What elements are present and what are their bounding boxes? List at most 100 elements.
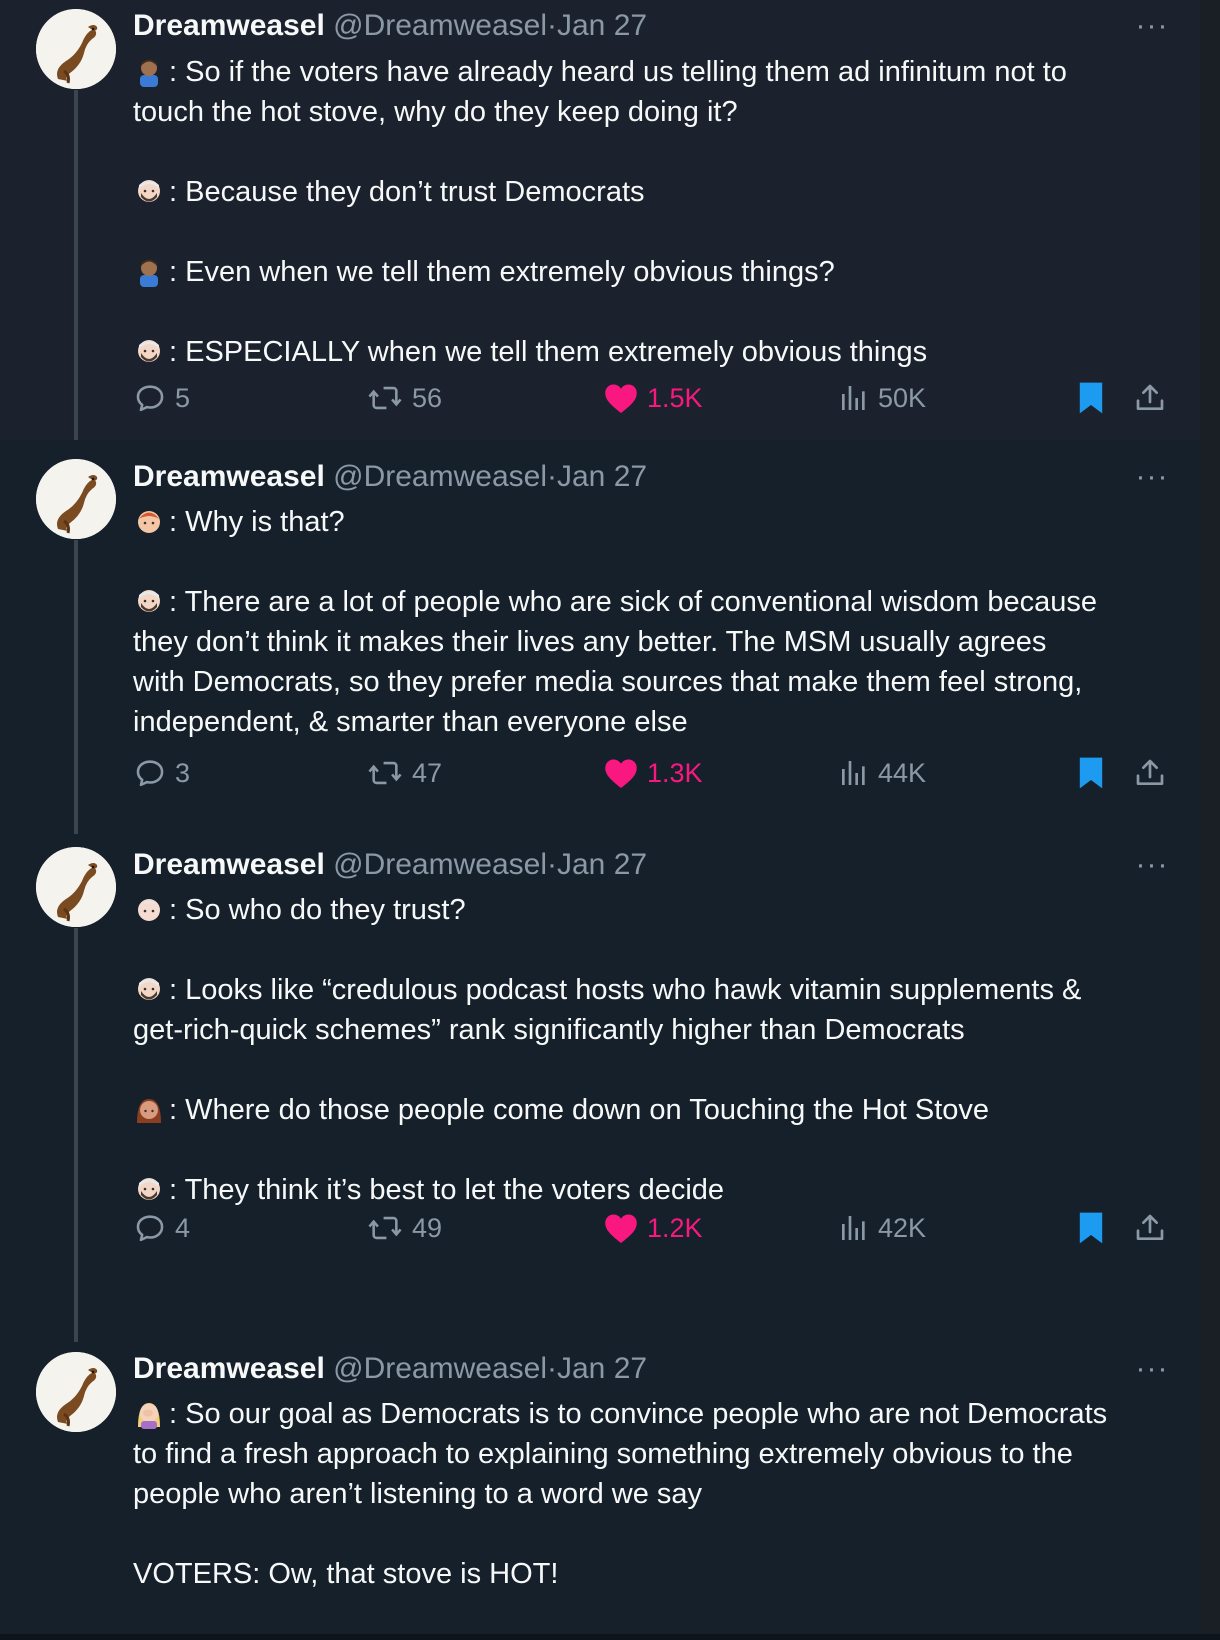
repost-icon bbox=[366, 1211, 404, 1245]
tweet-text: : So if the voters have already heard us… bbox=[133, 52, 1173, 372]
bearded-person-icon bbox=[133, 585, 165, 617]
bookmark-icon bbox=[1077, 381, 1105, 415]
text-line: touch the hot stove, why do they keep do… bbox=[133, 92, 1173, 132]
line-text: : Looks like “credulous podcast hosts wh… bbox=[169, 974, 1082, 1006]
line-text: with Democrats, so they prefer media sou… bbox=[133, 666, 1083, 698]
author-name[interactable]: Dreamweasel bbox=[133, 1352, 325, 1385]
reposts-count: 49 bbox=[412, 1212, 443, 1243]
share-button[interactable] bbox=[1134, 378, 1166, 418]
thread-connector-line bbox=[74, 90, 78, 440]
reply-button[interactable]: 4 bbox=[133, 1208, 190, 1248]
text-line: : They think it’s best to let the voters… bbox=[133, 1170, 1173, 1210]
tweet-header: Dreamweasel @Dreamweasel·Jan 27 bbox=[133, 1351, 647, 1387]
bookmark-icon bbox=[1077, 1211, 1105, 1245]
text-line: : Because they don’t trust Democrats bbox=[133, 172, 1173, 212]
tweet-date[interactable]: Jan 27 bbox=[557, 9, 647, 42]
separator-dot: · bbox=[547, 848, 557, 881]
text-line: people who aren’t listening to a word we… bbox=[133, 1474, 1173, 1514]
repost-icon bbox=[366, 381, 404, 415]
bookmark-button[interactable] bbox=[1077, 378, 1105, 418]
bar-chart-icon bbox=[838, 381, 870, 415]
author-handle[interactable]: @Dreamweasel bbox=[333, 9, 547, 42]
share-button[interactable] bbox=[1134, 753, 1166, 793]
action-bar: 4 49 1.2K 42K bbox=[133, 1208, 1173, 1248]
views-count: 42K bbox=[878, 1212, 927, 1243]
text-line: : So if the voters have already heard us… bbox=[133, 52, 1173, 92]
avatar[interactable] bbox=[36, 459, 116, 539]
repost-button[interactable]: 56 bbox=[366, 378, 442, 418]
like-button[interactable]: 1.5K bbox=[603, 378, 703, 418]
author-name[interactable]: Dreamweasel bbox=[133, 460, 325, 493]
text-line: get-rich-quick schemes” rank significant… bbox=[133, 1010, 1173, 1050]
woman-auburn-hair-icon bbox=[133, 1093, 165, 1125]
tweet-header: Dreamweasel @Dreamweasel·Jan 27 bbox=[133, 847, 647, 883]
tweet[interactable]: Dreamweasel @Dreamweasel·Jan 27 ··· : So w… bbox=[0, 834, 1200, 1344]
avatar[interactable] bbox=[36, 9, 116, 89]
author-handle[interactable]: @Dreamweasel bbox=[333, 848, 547, 881]
line-text: : Why is that? bbox=[169, 506, 345, 538]
tweet-date[interactable]: Jan 27 bbox=[557, 848, 647, 881]
reply-button[interactable]: 5 bbox=[133, 378, 190, 418]
tweet[interactable]: Dreamweasel @Dreamweasel·Jan 27 ··· : So o… bbox=[0, 1344, 1200, 1634]
bearded-person-icon bbox=[133, 175, 165, 207]
line-text: independent, & smarter than everyone els… bbox=[133, 706, 688, 738]
avatar[interactable] bbox=[36, 847, 116, 927]
line-text: : So if the voters have already heard us… bbox=[169, 56, 1067, 88]
man-medium-skin-icon bbox=[133, 255, 165, 287]
line-text: they don’t think it makes their lives an… bbox=[133, 626, 1047, 658]
line-text: to find a fresh approach to explaining s… bbox=[133, 1438, 1073, 1470]
tweet-header: Dreamweasel @Dreamweasel·Jan 27 bbox=[133, 8, 647, 44]
heart-icon bbox=[603, 381, 639, 415]
repost-button[interactable]: 47 bbox=[366, 753, 442, 793]
author-name[interactable]: Dreamweasel bbox=[133, 9, 325, 42]
tweet[interactable]: Dreamweasel @Dreamweasel·Jan 27 ···: Why … bbox=[0, 440, 1200, 834]
woman-facepalming-icon bbox=[133, 1397, 165, 1429]
reposts-count: 47 bbox=[412, 757, 443, 788]
views-button[interactable]: 44K bbox=[838, 753, 926, 793]
separator-dot: · bbox=[547, 1352, 557, 1385]
bar-chart-icon bbox=[838, 1211, 870, 1245]
author-name[interactable]: Dreamweasel bbox=[133, 848, 325, 881]
tweet[interactable]: Dreamweasel @Dreamweasel·Jan 27 ··· : So i… bbox=[0, 0, 1200, 440]
line-text: : They think it’s best to let the voters… bbox=[169, 1174, 725, 1206]
replies-count: 3 bbox=[175, 757, 191, 788]
line-text: touch the hot stove, why do they keep do… bbox=[133, 96, 738, 128]
likes-count: 1.5K bbox=[647, 382, 703, 413]
bookmark-button[interactable] bbox=[1077, 1208, 1105, 1248]
scrollbar-track[interactable] bbox=[1200, 0, 1220, 1640]
bookmark-button[interactable] bbox=[1077, 753, 1105, 793]
text-line: : ESPECIALLY when we tell them extremely… bbox=[133, 332, 1173, 372]
like-button[interactable]: 1.2K bbox=[603, 1208, 703, 1248]
tweet-date[interactable]: Jan 27 bbox=[557, 1352, 647, 1385]
bearded-person-icon bbox=[133, 1173, 165, 1205]
text-line: to find a fresh approach to explaining s… bbox=[133, 1434, 1173, 1474]
author-handle[interactable]: @Dreamweasel bbox=[333, 460, 547, 493]
repost-button[interactable]: 49 bbox=[366, 1208, 442, 1248]
more-options-icon[interactable]: ··· bbox=[1132, 1354, 1172, 1389]
line-text: : Because they don’t trust Democrats bbox=[169, 176, 645, 208]
views-button[interactable]: 42K bbox=[838, 1208, 926, 1248]
more-options-icon[interactable]: ··· bbox=[1132, 11, 1172, 46]
tweet-date[interactable]: Jan 27 bbox=[557, 460, 647, 493]
more-options-icon[interactable]: ··· bbox=[1132, 850, 1172, 885]
red-haired-person-icon bbox=[133, 505, 165, 537]
tweet-text: : So who do they trust?: Looks like “cre… bbox=[133, 890, 1173, 1210]
replies-count: 4 bbox=[175, 1212, 191, 1243]
reply-button[interactable]: 3 bbox=[133, 753, 190, 793]
more-options-icon[interactable]: ··· bbox=[1132, 462, 1172, 497]
line-text: people who aren’t listening to a word we… bbox=[133, 1478, 703, 1510]
text-line: : There are a lot of people who are sick… bbox=[133, 582, 1173, 622]
share-button[interactable] bbox=[1134, 1208, 1166, 1248]
thread-connector-line bbox=[74, 928, 78, 1342]
like-button[interactable]: 1.3K bbox=[603, 753, 703, 793]
views-button[interactable]: 50K bbox=[838, 378, 926, 418]
action-bar: 5 56 1.5K 50K bbox=[133, 378, 1173, 418]
author-handle[interactable]: @Dreamweasel bbox=[333, 1352, 547, 1385]
text-line: independent, & smarter than everyone els… bbox=[133, 702, 1173, 742]
avatar[interactable] bbox=[36, 1352, 116, 1432]
text-line: : So our goal as Democrats is to convinc… bbox=[133, 1394, 1173, 1434]
